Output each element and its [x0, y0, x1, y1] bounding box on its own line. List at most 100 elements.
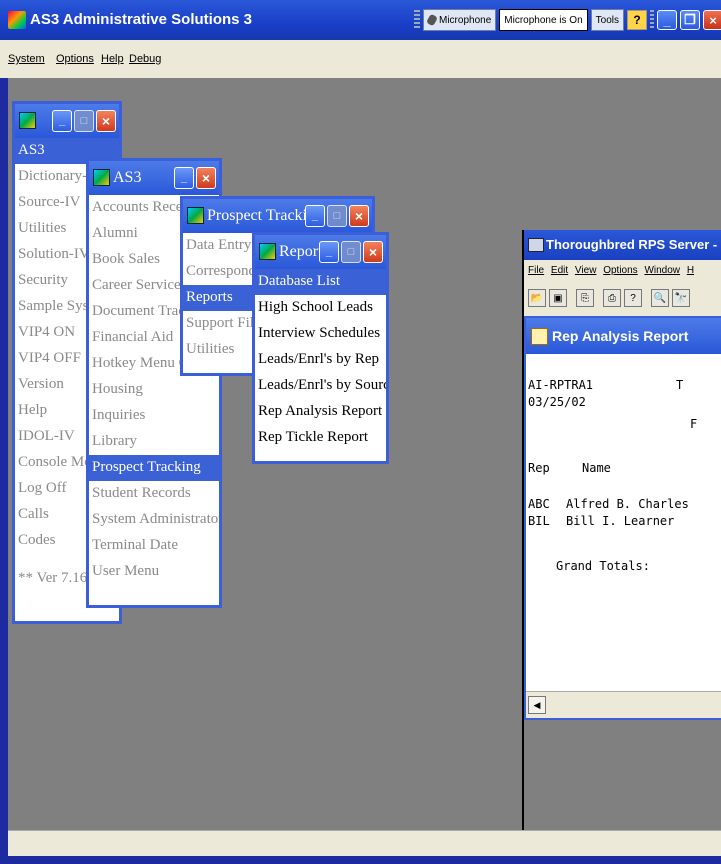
rps-server-window: Thoroughbred RPS Server - R File Edit Vi… — [522, 230, 721, 720]
menu-system[interactable]: System — [8, 53, 45, 65]
rps-menu-edit[interactable]: Edit — [551, 265, 568, 276]
app-title: AS3 Administrative Solutions 3 — [30, 11, 252, 28]
language-bar-separator — [650, 10, 654, 30]
report-column-f: F — [690, 417, 698, 431]
as3-main-controls: _ □ × — [52, 110, 116, 132]
language-bar: Microphone Microphone is On Tools ? _ ❐ … — [414, 8, 721, 32]
main-menubar: System Options Help Debug — [0, 40, 721, 78]
row-name: Alfred B. Charles — [566, 497, 689, 511]
microphone-label: Microphone — [439, 14, 492, 26]
microphone-status: Microphone is On — [499, 9, 588, 31]
as3-sub-title: AS3 — [113, 169, 142, 186]
prospect-tracking-titlebar: Prospect Tracking _ □ × — [183, 199, 372, 233]
scroll-left-icon[interactable]: ◀ — [528, 696, 546, 714]
open-icon[interactable]: 📂 — [528, 289, 546, 307]
row-name: Bill I. Learner — [566, 514, 675, 528]
minimize-button[interactable]: _ — [657, 10, 677, 30]
rps-menubar: File Edit View Options Window H — [524, 260, 721, 282]
menu-item[interactable]: Interview Schedules — [255, 321, 386, 347]
rps-title: Thoroughbred RPS Server - R — [546, 237, 721, 252]
find-icon[interactable]: 🔭 — [672, 289, 690, 307]
copy-icon[interactable]: ⎘ — [576, 289, 594, 307]
maximize-button[interactable]: □ — [74, 110, 94, 132]
menu-help[interactable]: Help — [101, 53, 124, 65]
reports-controls: _ □ × — [319, 241, 383, 263]
rps-menu-view[interactable]: View — [575, 265, 597, 276]
mdi-desktop-right — [522, 720, 721, 830]
report-id: AI-RPTRA1 — [528, 378, 594, 392]
close-button[interactable]: × — [96, 110, 116, 132]
maximize-button[interactable]: □ — [341, 241, 361, 263]
close-button[interactable]: × — [196, 167, 216, 189]
as3-sub-controls: _ × — [174, 167, 216, 189]
menu-item[interactable]: Prospect Tracking — [89, 455, 219, 481]
tools-button[interactable]: Tools — [590, 9, 624, 31]
header-rep: Rep — [528, 461, 550, 475]
help-icon[interactable]: ? — [627, 10, 647, 30]
prospect-tracking-controls: _ □ × — [305, 205, 369, 227]
report-title: Rep Analysis Report — [552, 328, 689, 344]
print-icon[interactable]: ⎙ — [603, 289, 621, 307]
rps-toolbar: 📂 ▣ ⎘ ⎙ ? 🔍 🔭 — [524, 282, 721, 314]
rps-menu-window[interactable]: Window — [644, 265, 680, 276]
language-bar-grip[interactable] — [414, 10, 420, 30]
window-icon — [93, 169, 110, 186]
menu-item[interactable]: Terminal Date — [89, 533, 219, 559]
window-icon — [19, 112, 36, 129]
tools-label: Tools — [595, 14, 619, 26]
menu-item[interactable]: Leads/Enrl's by Source — [255, 373, 386, 399]
maximize-button[interactable]: □ — [327, 205, 347, 227]
menu-item[interactable]: Library — [89, 429, 219, 455]
menu-item[interactable]: Student Records — [89, 481, 219, 507]
report-date: 03/25/02 — [528, 395, 586, 409]
menu-debug[interactable]: Debug — [129, 53, 161, 65]
window-icon — [187, 207, 204, 224]
report-column-t: T — [676, 378, 684, 392]
menu-item[interactable]: Database List — [255, 269, 386, 295]
bottom-border — [0, 856, 721, 864]
minimize-button[interactable]: _ — [305, 205, 325, 227]
minimize-button[interactable]: _ — [319, 241, 339, 263]
menu-item[interactable]: Housing — [89, 377, 219, 403]
row-rep: ABC — [528, 497, 550, 511]
rps-menu-help[interactable]: H — [687, 265, 694, 276]
as3-main-titlebar: _ □ × — [15, 104, 119, 138]
menu-options[interactable]: Options — [56, 53, 94, 65]
app-window: AS3 Administrative Solutions 3 Microphon… — [0, 0, 721, 864]
minimize-button[interactable]: _ — [174, 167, 194, 189]
rep-analysis-report-window: Rep Analysis Report AI-RPTRA1 03/25/02 T… — [524, 316, 721, 720]
reports-menu-list: Database List High School Leads Interview … — [255, 269, 386, 451]
menu-item[interactable]: User Menu — [89, 559, 219, 585]
close-button[interactable]: × — [703, 10, 721, 30]
reports-window: Reports _ □ × Database List High School L… — [252, 232, 389, 464]
menu-item[interactable]: Inquiries — [89, 403, 219, 429]
grand-totals-label: Grand Totals: — [556, 559, 650, 573]
menu-item[interactable]: Rep Analysis Report — [255, 399, 386, 425]
save-icon[interactable]: ▣ — [549, 289, 567, 307]
zoom-icon[interactable]: 🔍 — [651, 289, 669, 307]
window-icon — [259, 243, 276, 260]
microphone-button[interactable]: Microphone — [423, 9, 497, 31]
report-titlebar: Rep Analysis Report — [526, 318, 721, 354]
server-icon — [528, 238, 544, 252]
close-button[interactable]: × — [349, 205, 369, 227]
help-icon[interactable]: ? — [624, 289, 642, 307]
rps-menu-options[interactable]: Options — [603, 265, 637, 276]
reports-titlebar: Reports _ □ × — [255, 235, 386, 269]
report-icon — [531, 328, 548, 345]
rps-titlebar: Thoroughbred RPS Server - R — [524, 230, 721, 260]
row-rep: BIL — [528, 514, 550, 528]
status-bar — [8, 830, 721, 857]
horizontal-scrollbar[interactable]: ◀ — [526, 691, 721, 718]
menu-item[interactable]: Leads/Enrl's by Rep — [255, 347, 386, 373]
close-button[interactable]: × — [363, 241, 383, 263]
header-name: Name — [582, 461, 611, 475]
restore-button[interactable]: ❐ — [680, 10, 700, 30]
menu-item[interactable]: System Administrator — [89, 507, 219, 533]
app-titlebar: AS3 Administrative Solutions 3 Microphon… — [0, 0, 721, 40]
menu-item[interactable]: Rep Tickle Report — [255, 425, 386, 451]
minimize-button[interactable]: _ — [52, 110, 72, 132]
report-body: AI-RPTRA1 03/25/02 T F Rep Name ABC Alfr… — [526, 354, 721, 692]
rps-menu-file[interactable]: File — [528, 265, 544, 276]
menu-item[interactable]: High School Leads — [255, 295, 386, 321]
